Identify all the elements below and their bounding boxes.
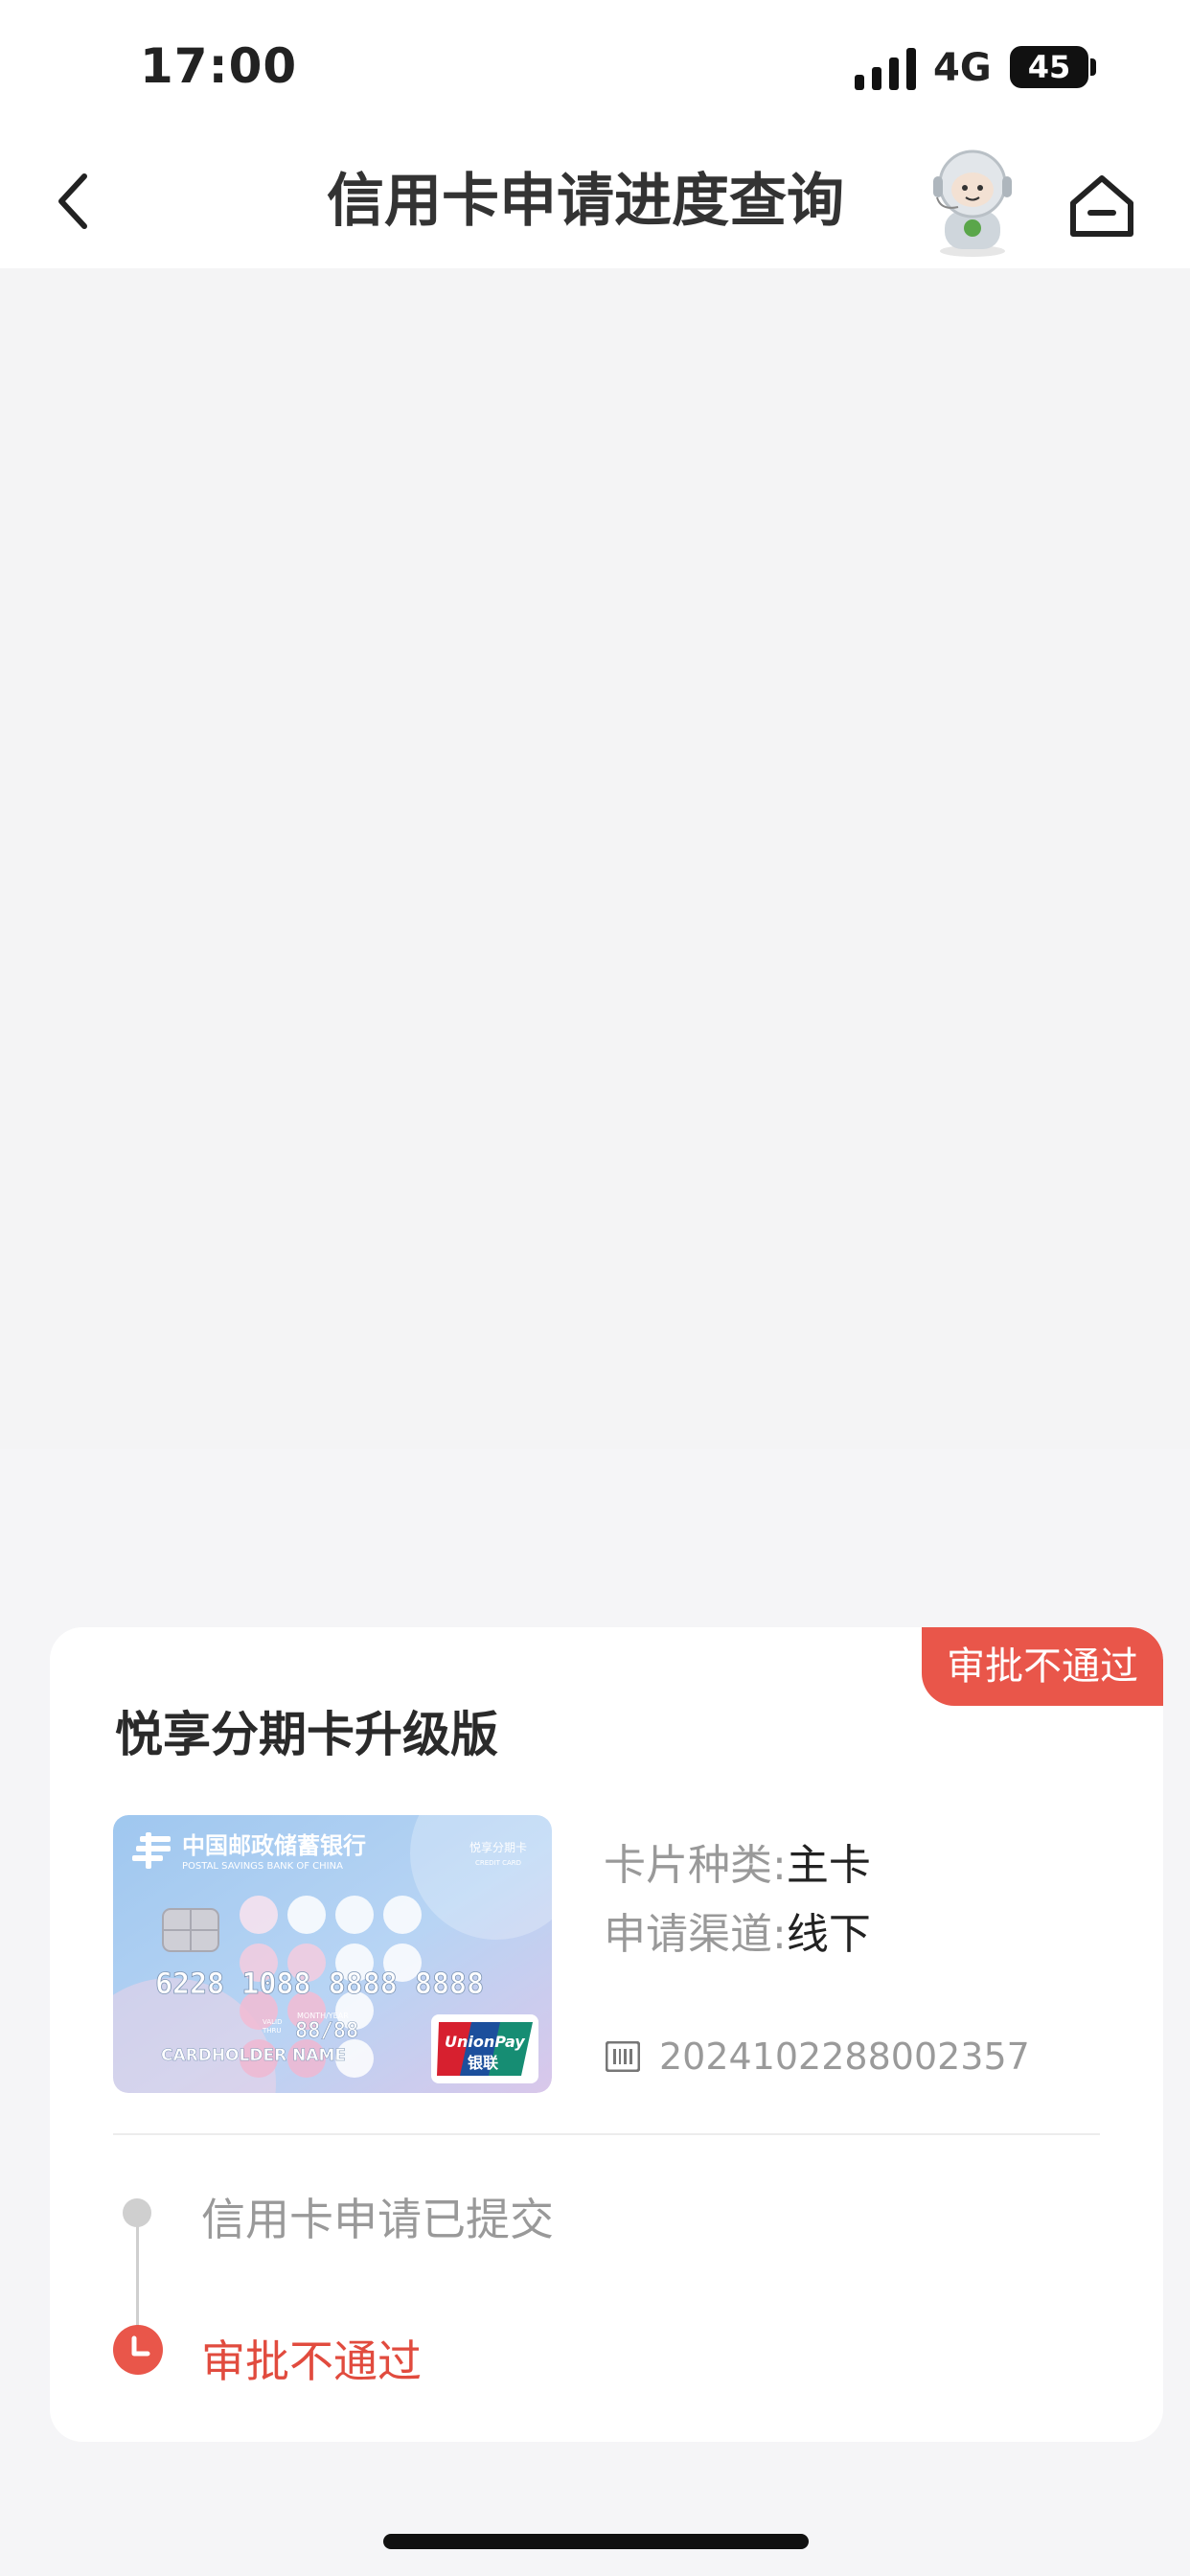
channel-label: 申请渠道: (604, 1910, 787, 1959)
valid-label-2: THRU (262, 2027, 282, 2035)
card-expiry: 88/88 (295, 2019, 358, 2043)
home-indicator[interactable] (383, 2534, 809, 2549)
content-placeholder (0, 268, 1190, 1449)
battery-level: 45 (1027, 49, 1071, 85)
status-badge: 审批不通过 (922, 1627, 1163, 1706)
nav-bar: 信用卡申请进度查询 (0, 134, 1190, 268)
channel-value: 线下 (786, 1910, 871, 1959)
credit-card-image: 中国邮政储蓄银行 POSTAL SAVINGS BANK OF CHINA 悦享… (113, 1815, 552, 2093)
step-label-submitted: 信用卡申请已提交 (201, 2194, 554, 2245)
robot-assistant-icon[interactable] (920, 144, 1025, 259)
bank-name-en: POSTAL SAVINGS BANK OF CHINA (182, 1861, 343, 1872)
card-type-value: 主卡 (786, 1841, 871, 1890)
card-type-label: 卡片种类: (604, 1841, 787, 1890)
cardholder-name: CARDHOLDER NAME (161, 2046, 346, 2065)
card-number: 6228 1088 8888 8888 (155, 1967, 484, 2001)
step-dot-submitted (123, 2198, 151, 2227)
unionpay-en: UnionPay (445, 2033, 525, 2051)
network-type: 4G (933, 46, 992, 90)
battery-tip (1090, 58, 1096, 76)
clock-icon (113, 2325, 163, 2375)
cellular-signal-icon (855, 48, 916, 90)
unionpay-cn: 银联 (468, 2054, 498, 2072)
application-number: 2024102288002357 (659, 2036, 1030, 2078)
step-label-rejected: 审批不通过 (201, 2335, 422, 2387)
application-card[interactable]: 审批不通过 悦享分期卡升级版 中国邮政储蓄银行 POSTAL SAVINGS B… (50, 1627, 1163, 2442)
bank-name-cn: 中国邮政储蓄银行 (182, 1832, 366, 1859)
card-label: 悦享分期卡 (469, 1840, 527, 1854)
status-bar: 17:00 4G 45 (0, 0, 1190, 134)
battery-icon: 45 (1010, 46, 1088, 88)
product-name: 悦享分期卡升级版 (115, 1707, 498, 1762)
barcode-icon (606, 2041, 640, 2072)
unionpay-logo: UnionPay 银联 (431, 2014, 538, 2083)
home-icon (1070, 175, 1133, 237)
card-label-en: CREDIT CARD (475, 1859, 521, 1867)
status-time: 17:00 (140, 38, 298, 94)
card-type-row: 卡片种类:主卡 (604, 1830, 871, 1892)
valid-label-1: VALID (263, 2018, 282, 2026)
channel-row: 申请渠道:线下 (604, 1899, 871, 1961)
divider (113, 2133, 1100, 2135)
home-button[interactable] (1062, 165, 1142, 245)
